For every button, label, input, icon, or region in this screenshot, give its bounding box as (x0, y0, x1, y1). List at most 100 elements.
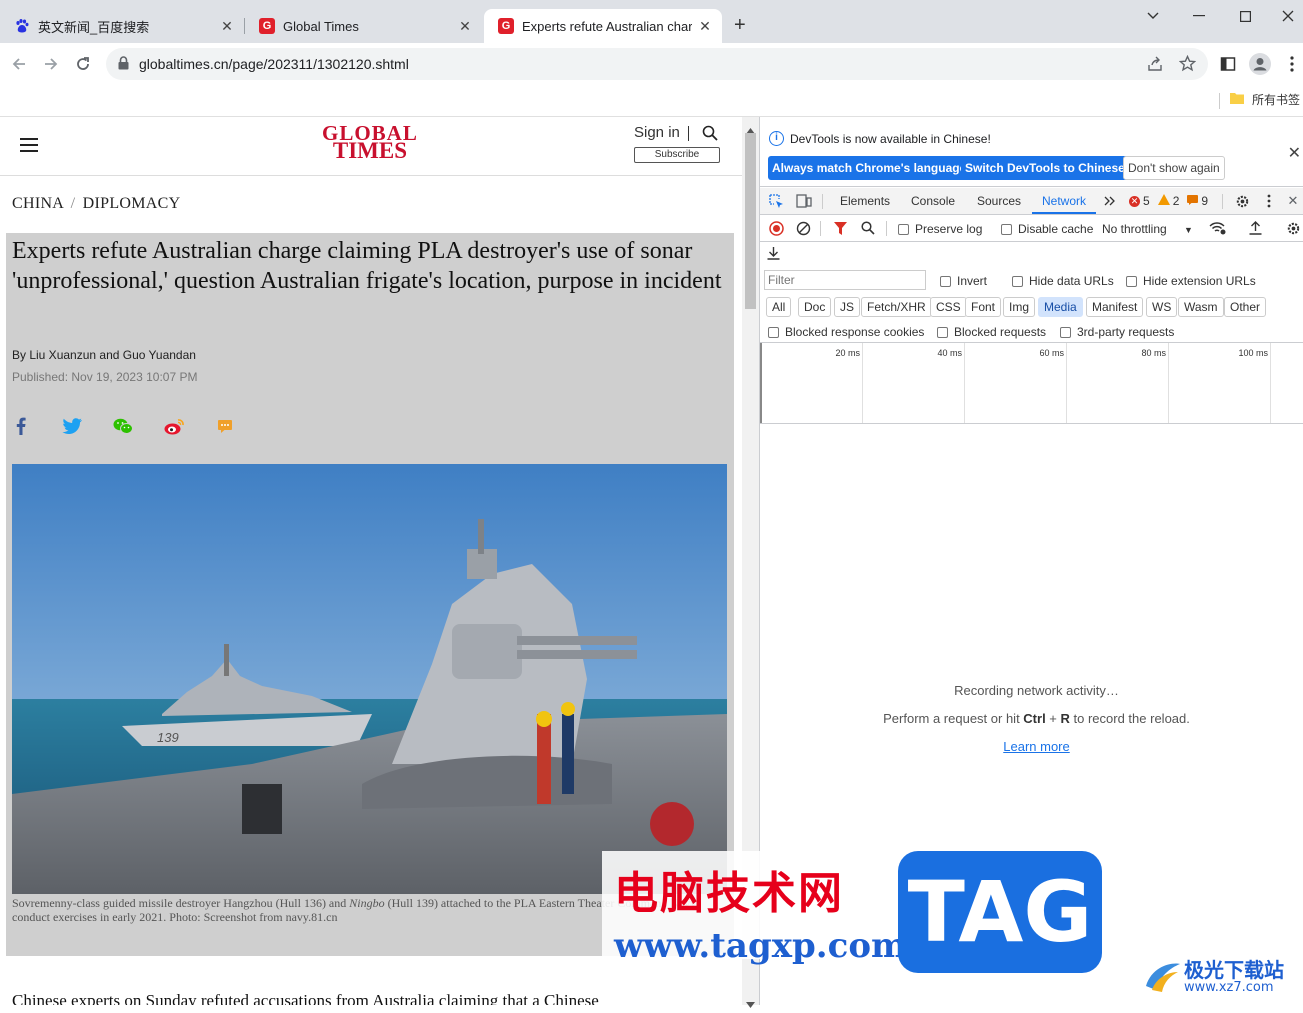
network-settings-gear-icon[interactable] (1284, 219, 1302, 237)
reload-icon[interactable] (71, 52, 95, 76)
close-tab-icon[interactable]: ✕ (218, 17, 236, 35)
filter-input[interactable] (764, 270, 926, 290)
checkbox-box[interactable] (1012, 275, 1023, 287)
tab-search-icon[interactable] (1130, 4, 1176, 28)
type-filter-other[interactable]: Other (1224, 297, 1267, 317)
facebook-icon[interactable] (10, 415, 32, 437)
type-filter-media[interactable]: Media (1038, 297, 1083, 317)
scroll-down-icon[interactable] (746, 995, 755, 1013)
article-byline: By Liu Xuanzun and Guo Yuandan (12, 348, 196, 362)
type-filter-img[interactable]: Img (1003, 297, 1036, 317)
type-filter-js[interactable]: JS (834, 297, 861, 317)
devtools-menu-icon[interactable] (1260, 192, 1278, 210)
breadcrumb-section[interactable]: CHINA (12, 195, 63, 212)
type-filter-all[interactable]: All (766, 297, 792, 317)
inspect-element-icon[interactable] (767, 192, 785, 210)
checkbox-box[interactable] (940, 275, 951, 287)
type-filter-manifest[interactable]: Manifest (1086, 297, 1144, 317)
record-stop-icon[interactable] (767, 219, 785, 237)
type-filter-font[interactable]: Font (965, 297, 1002, 317)
always-match-language-button[interactable]: Always match Chrome's language (768, 156, 971, 180)
bookmarks-bar: 所有书签 (0, 85, 1303, 117)
tab-article[interactable]: G Experts refute Australian char ✕ (484, 9, 722, 43)
import-har-upload-icon[interactable] (1246, 219, 1264, 237)
type-filter-fetch-xhr[interactable]: Fetch/XHR (861, 297, 932, 317)
throttling-select[interactable]: No throttling ▼ (1102, 222, 1193, 236)
blocked-response-cookies-checkbox[interactable]: Blocked response cookies (768, 325, 924, 339)
tab-strip: 英文新闻_百度搜索 ✕ G Global Times ✕ G Experts r… (0, 0, 1303, 43)
dont-show-again-button[interactable]: Don't show again (1123, 156, 1225, 180)
close-tab-icon[interactable]: ✕ (696, 17, 714, 35)
tab-elements[interactable]: Elements (840, 188, 890, 214)
export-har-download-icon[interactable] (764, 244, 782, 262)
checkbox-box[interactable] (1060, 326, 1071, 338)
checkbox-box[interactable] (1001, 223, 1012, 235)
close-window-icon[interactable] (1265, 4, 1303, 28)
type-filter-wasm[interactable]: Wasm (1178, 297, 1224, 317)
tab-baidu[interactable]: 英文新闻_百度搜索 ✕ (0, 9, 244, 43)
tab-console[interactable]: Console (911, 188, 955, 214)
clear-icon[interactable] (794, 219, 812, 237)
search-icon[interactable] (859, 219, 877, 237)
device-toolbar-icon[interactable] (795, 192, 813, 210)
hide-data-urls-checkbox[interactable]: Hide data URLs (1012, 274, 1114, 288)
checkbox-box[interactable] (898, 223, 909, 235)
logo-line2: TIMES (332, 138, 407, 163)
back-icon[interactable] (7, 52, 31, 76)
global-times-logo[interactable]: GLOBAL TIMES (322, 123, 418, 163)
type-filter-ws[interactable]: WS (1146, 297, 1178, 317)
disable-cache-checkbox[interactable]: Disable cache (1001, 222, 1093, 236)
checkbox-box[interactable] (937, 326, 948, 338)
all-bookmarks-button[interactable]: 所有书签 (1230, 91, 1300, 108)
hide-extension-urls-checkbox[interactable]: Hide extension URLs (1126, 274, 1256, 288)
lock-icon[interactable] (118, 56, 129, 75)
tab-global-times[interactable]: G Global Times ✕ (245, 9, 482, 43)
tab-sources[interactable]: Sources (977, 188, 1021, 214)
maximize-icon[interactable] (1222, 4, 1268, 28)
comment-icon[interactable] (214, 415, 236, 437)
breadcrumb-subsection[interactable]: DIPLOMACY (83, 195, 181, 212)
network-overview-timeline[interactable]: 20 ms 40 ms 60 ms 80 ms 100 ms (760, 343, 1303, 424)
new-tab-button[interactable]: + (734, 14, 746, 37)
third-party-requests-checkbox[interactable]: 3rd-party requests (1060, 325, 1174, 339)
filter-funnel-icon[interactable] (831, 219, 849, 237)
invert-checkbox[interactable]: Invert (940, 274, 987, 288)
network-conditions-wifi-icon[interactable] (1209, 219, 1227, 237)
search-icon[interactable] (702, 125, 718, 146)
more-tabs-chevron-icon[interactable] (1101, 192, 1119, 210)
wechat-icon[interactable] (112, 415, 134, 437)
kebab-menu-icon[interactable] (1280, 52, 1303, 76)
scrollbar-thumb[interactable] (745, 133, 756, 309)
checkbox-box[interactable] (1126, 275, 1137, 287)
type-filter-doc[interactable]: Doc (798, 297, 832, 317)
tab-network[interactable]: Network (1032, 188, 1097, 214)
profile-avatar[interactable] (1248, 52, 1272, 76)
forward-icon[interactable] (39, 52, 63, 76)
close-tab-icon[interactable]: ✕ (456, 17, 474, 35)
learn-more-link[interactable]: Learn more (1003, 739, 1069, 754)
blocked-requests-checkbox[interactable]: Blocked requests (937, 325, 1046, 339)
devtools-settings-gear-icon[interactable] (1233, 192, 1251, 210)
address-bar[interactable]: globaltimes.cn/page/202311/1302120.shtml (106, 48, 1208, 80)
url-text: globaltimes.cn/page/202311/1302120.shtml (139, 56, 409, 72)
weibo-icon[interactable] (163, 415, 185, 437)
minimize-icon[interactable] (1176, 4, 1222, 28)
blocked-filters-row: Blocked response cookies Blocked request… (760, 321, 1303, 343)
close-devtools-icon[interactable]: ✕ (1284, 192, 1302, 210)
bookmark-star-icon[interactable] (1178, 54, 1197, 77)
dropdown-arrow-icon: ▼ (1184, 225, 1193, 235)
twitter-icon[interactable] (61, 415, 83, 437)
close-infobar-icon[interactable]: ✕ (1288, 143, 1301, 163)
timeline-gridline (1270, 343, 1271, 423)
switch-to-chinese-button[interactable]: Switch DevTools to Chinese (961, 156, 1129, 180)
subscribe-button[interactable]: Subscribe (634, 147, 720, 163)
checkbox-box[interactable] (768, 326, 779, 338)
preserve-log-checkbox[interactable]: Preserve log (898, 222, 982, 236)
issue-counters[interactable]: ✕ 5 2 9 (1129, 194, 1208, 208)
hamburger-menu-icon[interactable] (20, 137, 38, 158)
share-icon[interactable] (1147, 56, 1163, 77)
type-filter-css[interactable]: CSS (930, 297, 967, 317)
side-panel-icon[interactable] (1216, 52, 1240, 76)
sign-in-link[interactable]: Sign in (634, 124, 680, 141)
devtools-language-infobar: i DevTools is now available in Chinese! … (760, 117, 1303, 187)
